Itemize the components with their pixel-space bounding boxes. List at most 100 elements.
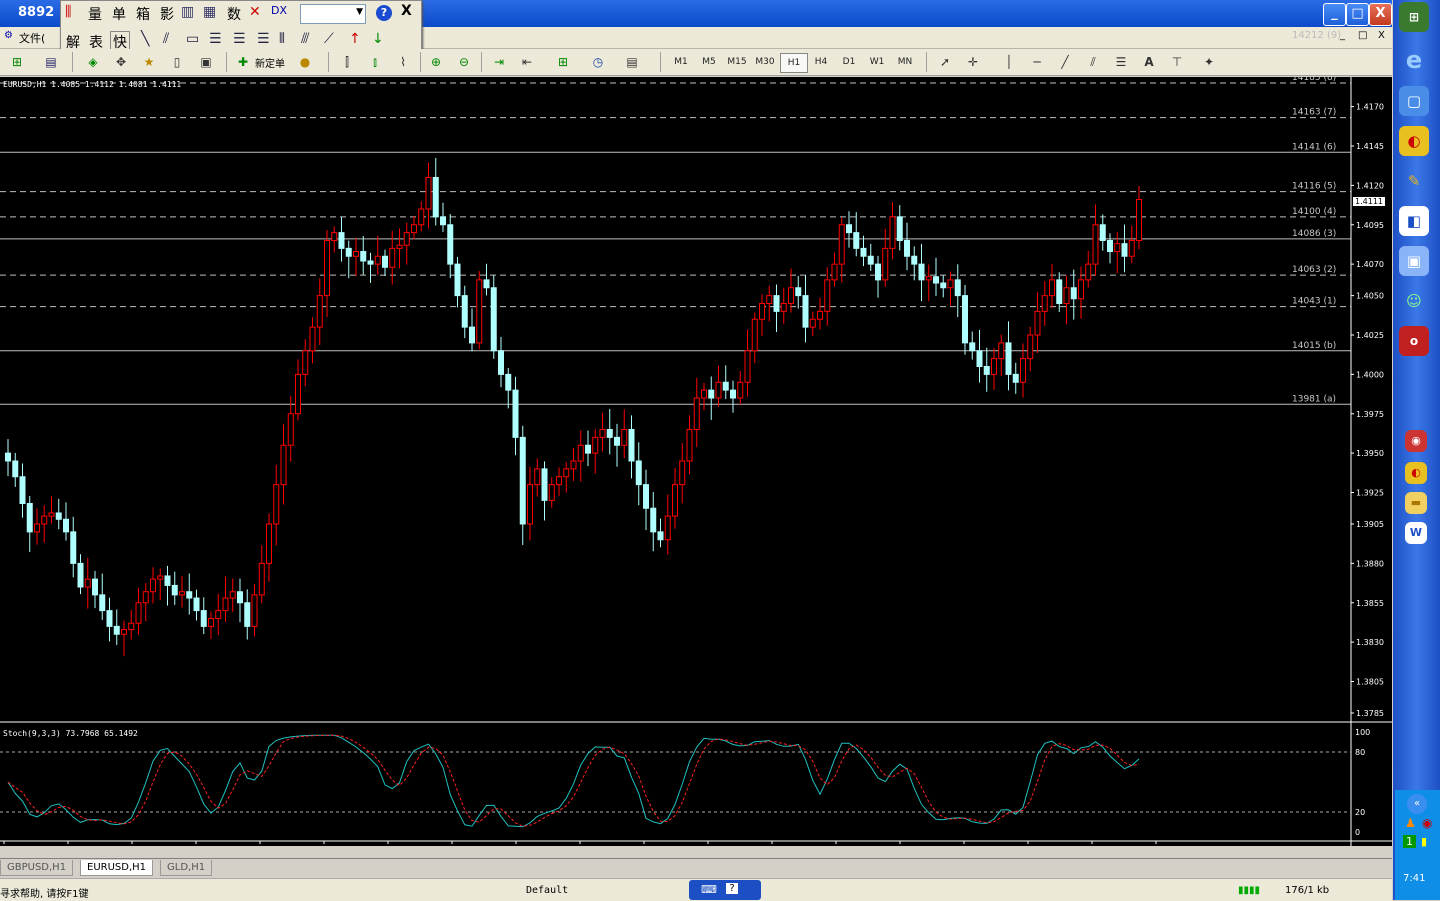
terminal-icon[interactable]: ★ (138, 53, 160, 71)
keyboard-icon[interactable]: ⌨ (701, 883, 717, 896)
templates-icon[interactable]: ▤ (621, 53, 643, 71)
navigator-icon[interactable]: ✥ (110, 53, 132, 71)
paint-icon[interactable]: ✎ (1399, 166, 1429, 196)
candle-body (643, 484, 649, 509)
expert-icon[interactable]: ● (294, 53, 316, 71)
inner-restore-button[interactable]: □ (1358, 30, 1367, 41)
float-tool-box[interactable]: 箱 (136, 4, 150, 24)
app-checker-icon[interactable]: ◧ (1399, 206, 1429, 236)
equidistant-icon[interactable]: ⫽ (1082, 53, 1104, 71)
word-icon[interactable]: W (1405, 522, 1427, 544)
arrows-icon[interactable]: ✦ (1198, 53, 1220, 71)
chart-area[interactable]: 14185 (8) 14163 (7) 14141 (6) 14116 (5) 1410… (0, 77, 1392, 846)
text-tool-button[interactable]: A (1138, 53, 1160, 71)
help-icon[interactable]: ? (376, 5, 392, 21)
candle-body (26, 503, 33, 533)
tab-eurusd[interactable]: EURUSD,H1 (80, 860, 154, 876)
window-icon[interactable]: ▢ (1399, 86, 1429, 116)
autoscroll-icon[interactable]: ⇥ (488, 53, 510, 71)
tf-d1[interactable]: D1 (836, 53, 862, 71)
close-button[interactable]: X (1369, 3, 1392, 26)
float-close-button[interactable]: X (401, 3, 412, 19)
tf-m30[interactable]: M30 (752, 53, 778, 71)
maximize-button[interactable]: □ (1346, 3, 1369, 26)
market-watch-icon[interactable]: ◈ (82, 53, 104, 71)
vertical-line-icon[interactable]: │ (998, 53, 1020, 71)
folder-icon[interactable]: ▬ (1405, 492, 1427, 514)
chart-shift-icon[interactable]: ⇤ (516, 53, 538, 71)
trendline-icon[interactable]: ╱ (1054, 53, 1076, 71)
tray-media-icon[interactable]: ◐ (1405, 462, 1427, 484)
tf-h1[interactable]: H1 (780, 53, 808, 73)
gann-icon[interactable]: ⫻ (301, 31, 309, 47)
inner-close-button[interactable]: X (1378, 30, 1385, 41)
arrow-up-icon[interactable]: ↑ (349, 31, 361, 47)
desktop-icon[interactable]: ▣ (1399, 246, 1429, 276)
tab-gbpusd[interactable]: GBPUSD,H1 (0, 860, 74, 876)
tray-app-icon[interactable]: ◉ (1405, 430, 1427, 452)
label-tool-icon[interactable]: ⊤ (1166, 53, 1188, 71)
tf-w1[interactable]: W1 (864, 53, 890, 71)
ie-icon[interactable]: e (1399, 45, 1429, 75)
tf-m15[interactable]: M15 (724, 53, 750, 71)
tf-m5[interactable]: M5 (696, 53, 722, 71)
float-tool-number[interactable]: 数 (227, 4, 241, 24)
tester-icon[interactable]: ▯ (166, 53, 188, 71)
zoom-in-icon[interactable]: ⊕ (425, 53, 447, 71)
bars-icon[interactable]: ▥ (181, 4, 194, 20)
new-chart-icon[interactable]: ⊞ (6, 53, 28, 71)
fan-icon[interactable]: ⟋ (324, 31, 334, 47)
tf-m1[interactable]: M1 (668, 53, 694, 71)
media-icon[interactable]: ◐ (1399, 126, 1429, 156)
tray-signal-icon[interactable]: ▮ (1421, 835, 1427, 848)
ime-bar[interactable]: ⌨ ? (689, 880, 761, 900)
tab-gld[interactable]: GLD,H1 (160, 860, 213, 876)
history-icon[interactable]: ▣ (195, 53, 217, 71)
tray-expand-icon[interactable]: « (1407, 794, 1427, 814)
float-tool-shadow[interactable]: 影 (160, 4, 174, 24)
float-tool-volume[interactable]: 量 (88, 4, 102, 24)
tray-alert-icon[interactable]: ◉ (1422, 816, 1432, 830)
candle-icon[interactable]: ⫼ (65, 4, 71, 20)
zoom-out-icon[interactable]: ⊖ (453, 53, 475, 71)
menu-file[interactable]: 文件( (19, 30, 45, 46)
fibonacci-icon[interactable]: ☰ (1110, 53, 1132, 71)
grid-icon[interactable]: ▦ (203, 4, 216, 20)
dx-icon[interactable]: DX (271, 4, 287, 17)
periods-icon[interactable]: ◷ (587, 53, 609, 71)
users-icon[interactable]: ☺ (1399, 286, 1429, 316)
cross-icon[interactable]: ✕ (249, 4, 261, 20)
inner-minimize-button[interactable]: _ (1340, 30, 1345, 41)
float-tool-order[interactable]: 单 (112, 4, 126, 24)
tf-mn[interactable]: MN (892, 53, 918, 71)
channel-icon[interactable]: ⫽ (163, 31, 169, 47)
fibo-ext-icon[interactable]: ☰ (233, 31, 246, 47)
symbol-combo[interactable]: ▼ (300, 4, 366, 24)
indicators-icon[interactable]: ⊞ (552, 53, 574, 71)
minimize-button[interactable]: _ (1323, 3, 1346, 26)
candle-body (1020, 358, 1026, 383)
horizontal-line-icon[interactable]: ─ (1026, 53, 1048, 71)
candle-chart-icon[interactable]: ⫾ (364, 53, 386, 71)
new-order-icon[interactable]: ✚ (232, 53, 254, 71)
chevron-down-icon[interactable]: ▼ (356, 7, 363, 17)
profiles-icon[interactable]: ▤ (40, 53, 62, 71)
line-icon[interactable]: ╲ (141, 31, 149, 47)
qq-icon[interactable]: ♟ (1405, 816, 1416, 830)
cursor-icon[interactable]: ➚ (934, 53, 956, 71)
ime-help-icon[interactable]: ? (726, 883, 738, 894)
chart-svg[interactable]: 14185 (8) 14163 (7) 14141 (6) 14116 (5) 1410… (0, 77, 1392, 846)
tray-one-icon[interactable]: 1 (1403, 835, 1416, 848)
crosshair-icon[interactable]: ✛ (962, 53, 984, 71)
line-chart-icon[interactable]: ⌇ (392, 53, 414, 71)
fibo-time-icon[interactable]: ☰ (257, 31, 270, 47)
rectangle-icon[interactable]: ▭ (186, 31, 199, 47)
windows-logo-icon[interactable]: ⊞ (1399, 2, 1429, 32)
arrow-down-icon[interactable]: ↓ (372, 31, 384, 47)
fibo-icon[interactable]: ☰ (209, 31, 222, 47)
bar-chart-icon[interactable]: ⫿ (336, 53, 358, 71)
odl-icon[interactable]: o (1399, 326, 1429, 356)
cycle-icon[interactable]: ⫴ (279, 31, 285, 47)
new-order-label[interactable]: 新定单 (255, 55, 285, 70)
tf-h4[interactable]: H4 (808, 53, 834, 71)
